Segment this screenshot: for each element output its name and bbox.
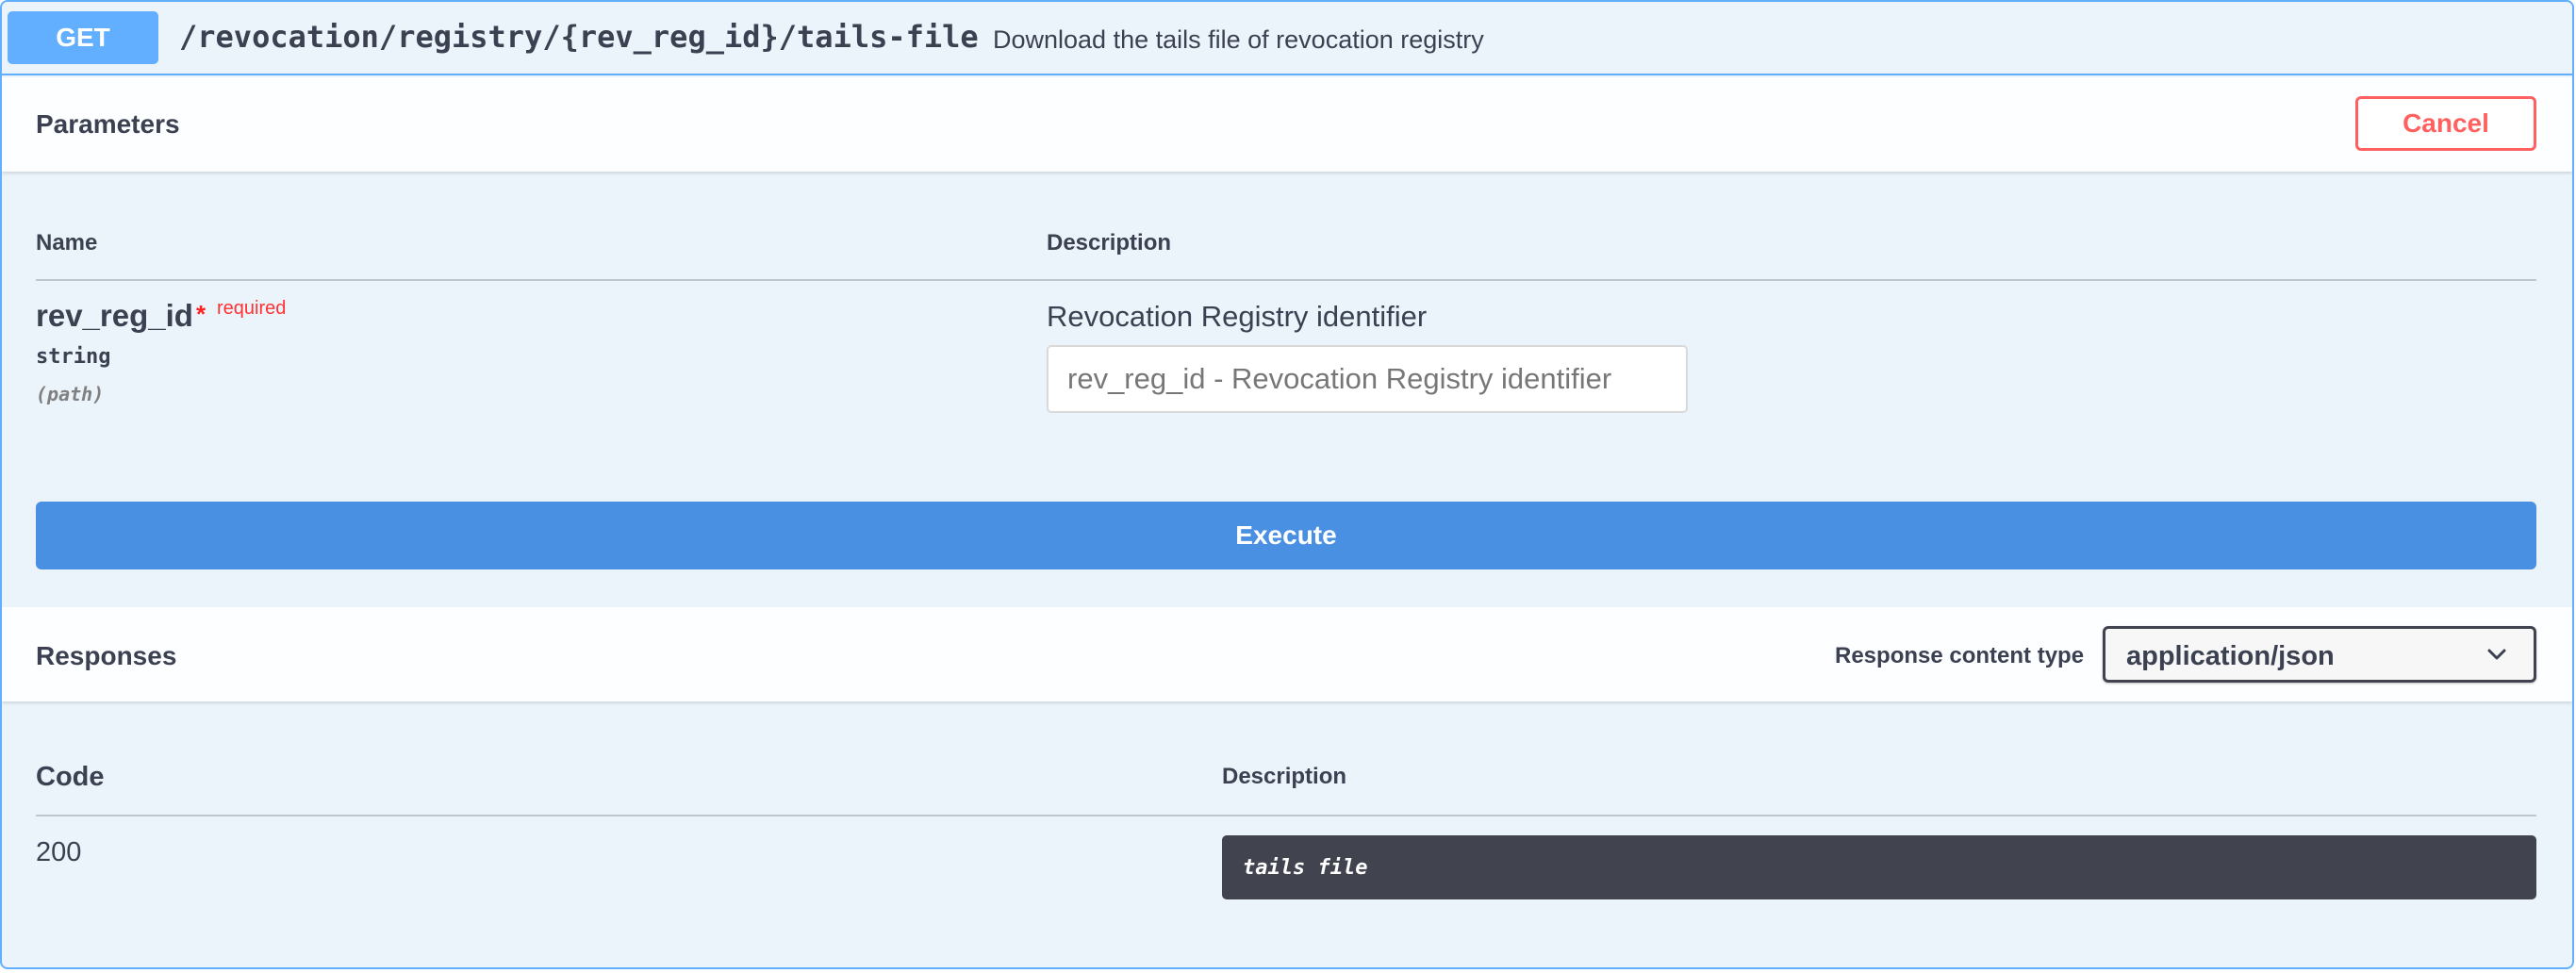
parameters-header: Parameters Cancel <box>2 77 2572 172</box>
response-content-type-label: Response content type <box>1835 643 2085 668</box>
endpoint-summary: Download the tails file of revocation re… <box>993 25 1484 54</box>
response-description: tails file <box>1243 856 1368 880</box>
endpoint-path: /revocation/registry/{rev_reg_id}/tails-… <box>179 19 979 55</box>
column-header-response-description: Description <box>1222 764 1347 789</box>
operation-block: GET /revocation/registry/{rev_reg_id}/ta… <box>0 0 2574 969</box>
parameter-name: rev_reg_id <box>36 298 193 333</box>
required-label: required <box>217 298 287 319</box>
column-header-code: Code <box>36 762 105 792</box>
response-code: 200 <box>36 837 82 867</box>
parameters-table-divider <box>36 279 2536 281</box>
parameter-type: string <box>36 345 111 369</box>
operation-summary[interactable]: GET /revocation/registry/{rev_reg_id}/ta… <box>2 2 2572 75</box>
column-header-description: Description <box>1047 230 1172 256</box>
response-content-type-value: application/json <box>2126 641 2335 671</box>
response-content-type-select[interactable]: application/json <box>2103 626 2536 683</box>
responses-title: Responses <box>36 641 177 670</box>
responses-header: Responses Response content type applicat… <box>2 607 2572 701</box>
parameter-description: Revocation Registry identifier <box>1047 300 1428 333</box>
parameter-location: (path) <box>36 383 105 405</box>
responses-table-divider <box>36 815 2536 816</box>
chevron-down-icon <box>2487 649 2506 660</box>
cancel-button[interactable]: Cancel <box>2355 96 2536 151</box>
required-asterisk: * <box>196 300 206 328</box>
http-method-badge: GET <box>8 11 158 64</box>
column-header-name: Name <box>36 230 98 256</box>
response-description-box: tails file <box>1222 835 2536 899</box>
rev-reg-id-input[interactable] <box>1047 345 1688 413</box>
execute-button[interactable]: Execute <box>36 502 2536 569</box>
parameters-title: Parameters <box>36 109 180 139</box>
